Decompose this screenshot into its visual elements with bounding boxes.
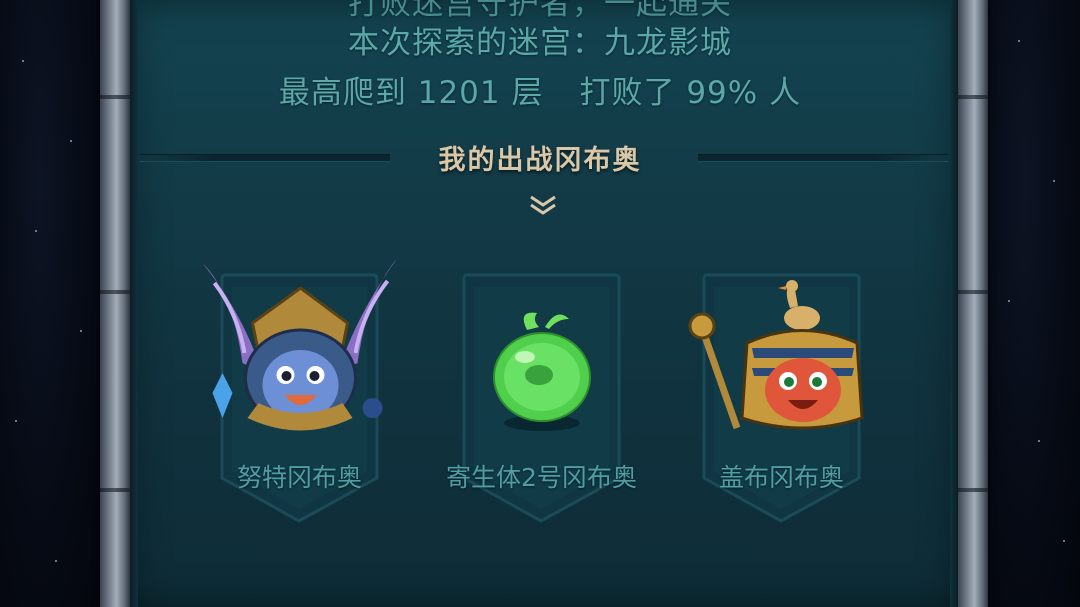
pharaoh-with-goose-icon xyxy=(688,280,864,430)
winged-pharaoh-warrior-icon xyxy=(202,258,397,431)
green-slime-icon xyxy=(492,312,591,431)
stats-line: 最高爬到 1201 层打败了 99% 人 xyxy=(0,67,1080,112)
hero-name: 努特冈布奥 xyxy=(236,463,362,492)
section-title: 我的出战冈布奥 xyxy=(438,145,642,176)
hero-card-nut[interactable]: 努特冈布奥 xyxy=(202,258,397,525)
hero-name: 盖布冈布奥 xyxy=(718,463,844,492)
maze-name-text: 本次探索的迷宫：九龙影城 xyxy=(348,25,732,61)
hero-name: 寄生体2号冈布奥 xyxy=(446,463,637,492)
hero-card-geb[interactable]: 盖布冈布奥 xyxy=(688,273,864,525)
beat-percent-text: 打败了 99% 人 xyxy=(579,75,802,111)
hero-card-parasite[interactable]: 寄生体2号冈布奥 xyxy=(446,273,637,525)
highest-floor-text: 最高爬到 1201 层 xyxy=(278,75,544,111)
chevron-down-icon xyxy=(530,195,556,215)
